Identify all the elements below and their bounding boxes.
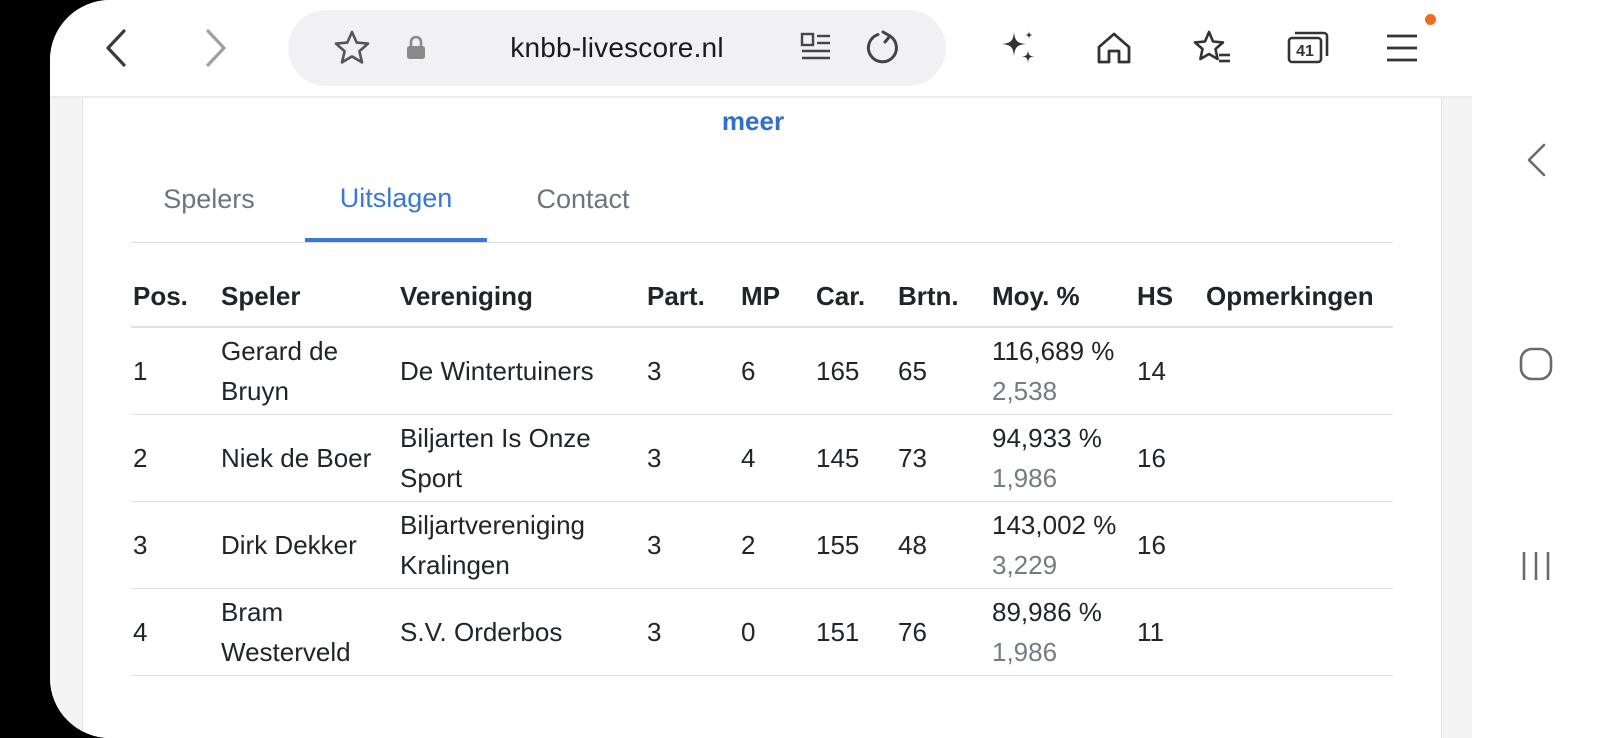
tab-spelers[interactable]: Spelers [139, 158, 279, 240]
moy-value: 1,986 [992, 463, 1058, 493]
header-moy[interactable]: Moy. % [990, 266, 1135, 328]
cell-speler: Dirk Dekker [219, 501, 398, 589]
header-pos[interactable]: Pos. [131, 266, 219, 328]
moy-percentage: 116,689 % [992, 336, 1115, 366]
cell-mp: 6 [739, 327, 814, 415]
cell-speler: Bram Westerveld [219, 588, 398, 676]
cell-part: 3 [645, 588, 739, 676]
moy-value: 2,538 [992, 376, 1058, 406]
cell-brtn: 48 [896, 501, 990, 589]
table-row: 1 Gerard de Bruyn De Wintertuiners 3 6 1… [131, 327, 1393, 415]
header-vereniging[interactable]: Vereniging [398, 266, 645, 328]
nav-home-icon[interactable] [1512, 340, 1560, 388]
more-link[interactable]: meer [83, 106, 1423, 137]
cell-brtn: 73 [896, 414, 990, 502]
tab-contact[interactable]: Contact [513, 158, 653, 240]
page-content: meer Spelers Uitslagen Contact Pos. Spel… [50, 98, 1472, 738]
cell-opmerkingen [1204, 588, 1393, 676]
tab-bar: Spelers Uitslagen Contact [131, 158, 1393, 243]
cell-car: 165 [814, 327, 896, 415]
cell-vereniging: Biljartvereniging Kralingen [398, 501, 645, 589]
cell-pos: 2 [131, 414, 219, 502]
cell-pos: 1 [131, 327, 219, 415]
table-header-row: Pos. Speler Vereniging Part. MP Car. Brt… [131, 266, 1393, 328]
cell-hs: 16 [1135, 501, 1204, 589]
cell-mp: 0 [739, 588, 814, 676]
cell-part: 3 [645, 501, 739, 589]
cell-vereniging: S.V. Orderbos [398, 588, 645, 676]
header-speler[interactable]: Speler [219, 266, 398, 328]
browser-toolbar: knbb-livescore.nl 41 [50, 0, 1472, 98]
cell-brtn: 76 [896, 588, 990, 676]
cell-car: 155 [814, 501, 896, 589]
header-car[interactable]: Car. [814, 266, 896, 328]
cell-moy: 94,933 % 1,986 [990, 414, 1135, 502]
cell-part: 3 [645, 414, 739, 502]
cell-moy: 116,689 % 2,538 [990, 327, 1135, 415]
bookmarks-icon[interactable] [1184, 20, 1240, 76]
cell-opmerkingen [1204, 414, 1393, 502]
cell-car: 151 [814, 588, 896, 676]
system-nav-bar [1472, 0, 1600, 738]
moy-percentage: 94,933 % [992, 423, 1102, 453]
cell-opmerkingen [1204, 327, 1393, 415]
cell-pos: 4 [131, 588, 219, 676]
moy-percentage: 89,986 % [992, 597, 1102, 627]
sparkle-icon[interactable] [990, 20, 1046, 76]
notification-dot [1425, 14, 1436, 25]
cell-moy: 89,986 % 1,986 [990, 588, 1135, 676]
cell-vereniging: Biljarten Is Onze Sport [398, 414, 645, 502]
url-text[interactable]: knbb-livescore.nl [288, 10, 946, 86]
cell-hs: 14 [1135, 327, 1204, 415]
menu-icon[interactable] [1374, 20, 1430, 76]
cell-speler: Gerard de Bruyn [219, 327, 398, 415]
content-card: meer Spelers Uitslagen Contact Pos. Spel… [82, 98, 1442, 738]
header-brtn[interactable]: Brtn. [896, 266, 990, 328]
cell-moy: 143,002 % 3,229 [990, 501, 1135, 589]
device-screen: knbb-livescore.nl 41 meer Spelers Uitsla… [50, 0, 1600, 738]
tab-uitslagen[interactable]: Uitslagen [305, 158, 487, 242]
reload-icon[interactable] [854, 20, 910, 76]
table-row: 4 Bram Westerveld S.V. Orderbos 3 0 151 … [131, 588, 1393, 676]
header-hs[interactable]: HS [1135, 266, 1204, 328]
forward-arrow-icon[interactable] [188, 20, 244, 76]
table-row: 3 Dirk Dekker Biljartvereniging Kralinge… [131, 501, 1393, 589]
moy-percentage: 143,002 % [992, 510, 1117, 540]
nav-recents-icon[interactable] [1512, 542, 1560, 590]
home-icon[interactable] [1086, 20, 1142, 76]
header-opmerkingen[interactable]: Opmerkingen [1204, 266, 1393, 328]
cell-vereniging: De Wintertuiners [398, 327, 645, 415]
cell-hs: 16 [1135, 414, 1204, 502]
moy-value: 1,986 [992, 637, 1058, 667]
reader-mode-icon[interactable] [788, 20, 844, 76]
tab-count: 41 [1296, 43, 1314, 60]
address-bar[interactable]: knbb-livescore.nl [288, 10, 946, 86]
cell-car: 145 [814, 414, 896, 502]
cell-part: 3 [645, 327, 739, 415]
cell-mp: 2 [739, 501, 814, 589]
cell-brtn: 65 [896, 327, 990, 415]
back-arrow-icon[interactable] [88, 20, 144, 76]
results-table: Pos. Speler Vereniging Part. MP Car. Brt… [131, 266, 1393, 676]
cell-mp: 4 [739, 414, 814, 502]
cell-speler: Niek de Boer [219, 414, 398, 502]
moy-value: 3,229 [992, 550, 1058, 580]
tabs-icon[interactable]: 41 [1280, 20, 1336, 76]
cell-pos: 3 [131, 501, 219, 589]
header-mp[interactable]: MP [739, 266, 814, 328]
header-part[interactable]: Part. [645, 266, 739, 328]
table-row: 2 Niek de Boer Biljarten Is Onze Sport 3… [131, 414, 1393, 502]
nav-back-icon[interactable] [1512, 136, 1560, 184]
cell-hs: 11 [1135, 588, 1204, 676]
cell-opmerkingen [1204, 501, 1393, 589]
